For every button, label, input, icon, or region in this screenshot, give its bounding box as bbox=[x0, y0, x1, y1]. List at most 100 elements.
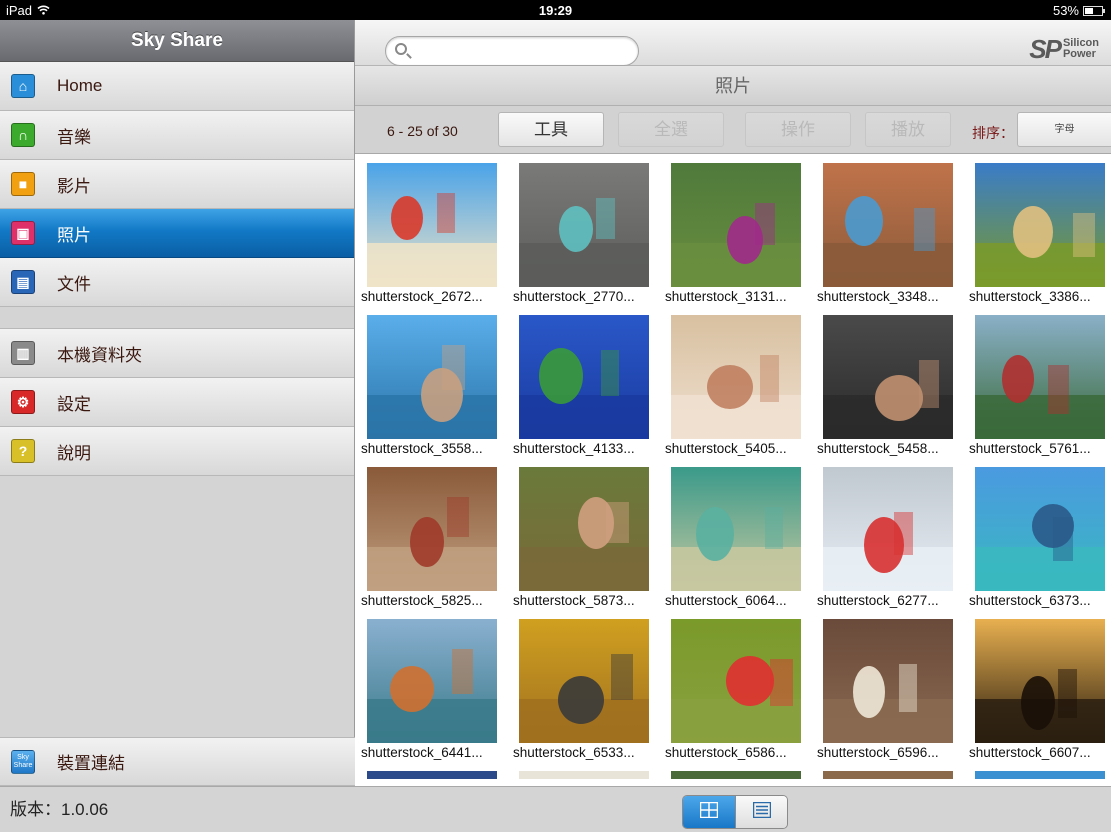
photo-thumbnail bbox=[367, 315, 497, 439]
status-time: 19:29 bbox=[538, 3, 573, 18]
operate-button[interactable]: 操作 bbox=[745, 112, 851, 147]
nav-group-main: ⌂ Home ∩ 音樂 ■ 影片 ▣ 照片 ▤ 文件 bbox=[0, 62, 354, 307]
select-all-button[interactable]: 全選 bbox=[618, 112, 724, 147]
sidebar-item-label: 裝置連結 bbox=[57, 754, 125, 773]
sidebar-item-device-link[interactable]: Sky Share 裝置連結 bbox=[0, 737, 355, 786]
sidebar: Sky Share ⌂ Home ∩ 音樂 ■ 影片 ▣ 照片 ▤ 文件 ▥ 本機資料夾 ⚙ 設定? 說明… bbox=[0, 20, 355, 832]
item-range: 6 - 25 of 30 bbox=[387, 123, 458, 139]
sidebar-item-home[interactable]: ⌂ Home bbox=[0, 62, 354, 111]
photo-tile[interactable]: shutterstock_6373... bbox=[963, 459, 1111, 611]
grid-view-icon bbox=[699, 801, 719, 823]
sidebar-item-label: 音樂 bbox=[57, 127, 91, 147]
sort-label: 排序： bbox=[972, 125, 1014, 141]
sidebar-item-label: 本機資料夾 bbox=[57, 345, 142, 365]
photo-tile[interactable]: shutterstock_3348... bbox=[811, 155, 963, 307]
tools-button[interactable]: 工具 bbox=[498, 112, 604, 147]
photo-tile[interactable]: shutterstock_5873... bbox=[507, 459, 659, 611]
nav-divider bbox=[0, 307, 354, 329]
photo-tile[interactable]: shutterstock_6607... bbox=[963, 611, 1111, 763]
sidebar-item-label: 說明 bbox=[57, 443, 91, 463]
grid-view-button[interactable] bbox=[683, 796, 735, 828]
silicon-power-logo: SP Silicon Power bbox=[1029, 36, 1099, 62]
photo-thumbnail bbox=[823, 163, 953, 287]
photo-filename: shutterstock_2672... bbox=[361, 289, 483, 304]
home-icon: ⌂ bbox=[11, 74, 35, 98]
photo-tile[interactable]: shutterstock_5458... bbox=[811, 307, 963, 459]
photo-tile[interactable]: shutterstock_4133... bbox=[507, 307, 659, 459]
photo-thumbnail bbox=[975, 163, 1105, 287]
photo-tile[interactable]: shutterstock_5825... bbox=[355, 459, 507, 611]
photo-thumbnail bbox=[519, 163, 649, 287]
photo-thumbnail bbox=[671, 315, 801, 439]
app-title: Sky Share bbox=[0, 20, 354, 62]
sidebar-item-help-question[interactable]: ? 說明 bbox=[0, 427, 354, 476]
sort-select[interactable]: 字母 bbox=[1017, 112, 1111, 147]
photo-tile[interactable]: shutterstock_6064... bbox=[659, 459, 811, 611]
photo-thumbnail-partial[interactable] bbox=[671, 771, 801, 779]
photo-grid: shutterstock_2672... shutterstock_2770...… bbox=[355, 155, 1111, 787]
nav-group-secondary: ▥ 本機資料夾 ⚙ 設定? 說明 bbox=[0, 329, 354, 476]
document-icon: ▤ bbox=[11, 270, 35, 294]
photo-thumbnail-partial[interactable] bbox=[823, 771, 953, 779]
photo-thumbnail bbox=[519, 467, 649, 591]
status-bar: iPad 19:29 53% bbox=[0, 0, 1111, 20]
photo-tile[interactable]: shutterstock_2770... bbox=[507, 155, 659, 307]
photo-thumbnail bbox=[519, 315, 649, 439]
photo-thumbnail bbox=[975, 467, 1105, 591]
photo-filename: shutterstock_5761... bbox=[969, 441, 1091, 456]
search-input[interactable] bbox=[385, 36, 639, 66]
photo-filename: shutterstock_6586... bbox=[665, 745, 787, 760]
photo-tile[interactable]: shutterstock_2672... bbox=[355, 155, 507, 307]
sidebar-item-settings-gears[interactable]: ⚙ 設定 bbox=[0, 378, 354, 427]
photo-filename: shutterstock_2770... bbox=[513, 289, 635, 304]
photo-thumbnail bbox=[367, 619, 497, 743]
photo-thumbnail-partial[interactable] bbox=[519, 771, 649, 779]
photo-thumbnail-partial[interactable] bbox=[975, 771, 1105, 779]
photo-thumbnail bbox=[367, 467, 497, 591]
sidebar-footer: Sky Share 裝置連結 版本：1.0.06 bbox=[0, 737, 355, 832]
photo-tile[interactable]: shutterstock_5761... bbox=[963, 307, 1111, 459]
photo-thumbnail-partial[interactable] bbox=[367, 771, 497, 779]
photo-thumbnail bbox=[367, 163, 497, 287]
photo-thumbnail bbox=[671, 163, 801, 287]
headphones-icon: ∩ bbox=[11, 123, 35, 147]
photo-filename: shutterstock_6441... bbox=[361, 745, 483, 760]
photo-filename: shutterstock_6064... bbox=[665, 593, 787, 608]
logo-text: Silicon Power bbox=[1063, 38, 1099, 60]
photo-filename: shutterstock_4133... bbox=[513, 441, 635, 456]
app-version: 版本：1.0.06 bbox=[0, 786, 355, 832]
photo-tile[interactable]: shutterstock_6596... bbox=[811, 611, 963, 763]
sidebar-item-video-camera[interactable]: ■ 影片 bbox=[0, 160, 354, 209]
photo-tile[interactable]: shutterstock_6586... bbox=[659, 611, 811, 763]
sidebar-item-headphones[interactable]: ∩ 音樂 bbox=[0, 111, 354, 160]
play-button[interactable]: 播放 bbox=[865, 112, 951, 147]
toolbar: 6 - 25 of 30 工具 全選 操作 播放 排序： 字母 bbox=[355, 106, 1111, 154]
sidebar-item-photo[interactable]: ▣ 照片 bbox=[0, 209, 354, 258]
photo-filename: shutterstock_6607... bbox=[969, 745, 1091, 760]
sidebar-item-local-folder[interactable]: ▥ 本機資料夾 bbox=[0, 329, 354, 378]
settings-gears-icon: ⚙ bbox=[11, 390, 35, 414]
photo-tile[interactable]: shutterstock_6277... bbox=[811, 459, 963, 611]
photo-tile[interactable]: shutterstock_6533... bbox=[507, 611, 659, 763]
photo-tile[interactable]: shutterstock_3386... bbox=[963, 155, 1111, 307]
photo-filename: shutterstock_3386... bbox=[969, 289, 1091, 304]
sidebar-item-label: 文件 bbox=[57, 274, 91, 294]
video-camera-icon: ■ bbox=[11, 172, 35, 196]
sidebar-item-document[interactable]: ▤ 文件 bbox=[0, 258, 354, 307]
photo-thumbnail bbox=[671, 467, 801, 591]
photo-filename: shutterstock_6596... bbox=[817, 745, 939, 760]
photo-filename: shutterstock_3131... bbox=[665, 289, 787, 304]
sidebar-item-label: 影片 bbox=[57, 176, 91, 196]
page-title: 照片 bbox=[355, 66, 1111, 106]
photo-tile[interactable]: shutterstock_3558... bbox=[355, 307, 507, 459]
photo-filename: shutterstock_6533... bbox=[513, 745, 635, 760]
logo-text-line-2: Power bbox=[1062, 48, 1096, 60]
photo-thumbnail bbox=[671, 619, 801, 743]
photo-filename: shutterstock_6373... bbox=[969, 593, 1091, 608]
photo-tile[interactable]: shutterstock_6441... bbox=[355, 611, 507, 763]
list-view-button[interactable] bbox=[735, 796, 787, 828]
photo-tile[interactable]: shutterstock_3131... bbox=[659, 155, 811, 307]
photo-icon: ▣ bbox=[11, 221, 35, 245]
photo-tile[interactable]: shutterstock_5405... bbox=[659, 307, 811, 459]
photo-filename: shutterstock_5873... bbox=[513, 593, 635, 608]
